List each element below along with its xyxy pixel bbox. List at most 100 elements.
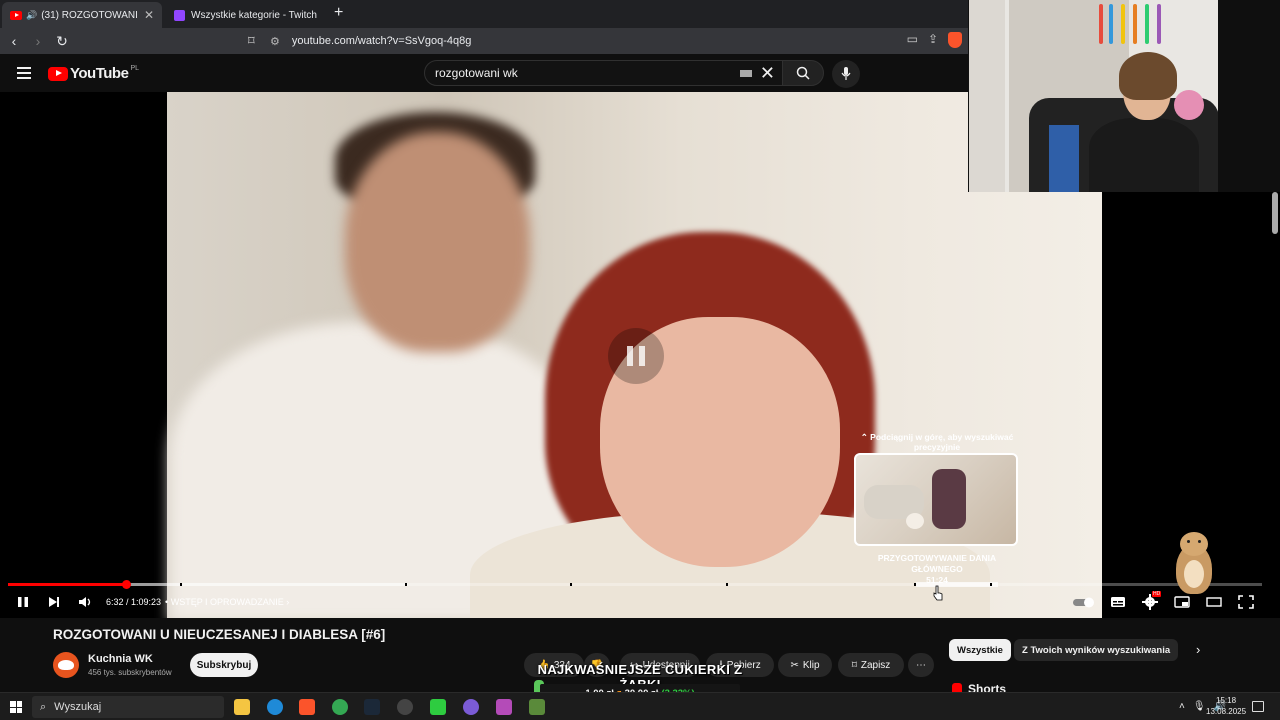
taskbar-search[interactable]: ⌕ Wyszukaj [32, 696, 224, 718]
chevron-up-icon[interactable]: ˄ [1179, 701, 1185, 712]
seek-preview-thumbnail [854, 453, 1018, 546]
scissors-icon: ✂ [790, 659, 799, 671]
hamster-sticker [1172, 530, 1216, 596]
chrome-icon[interactable] [332, 699, 348, 715]
chapter-button[interactable]: • WSTĘP I OPROWADZANIE › [165, 597, 289, 607]
tab-twitch[interactable]: Wszystkie kategorie - Twitch [166, 2, 326, 28]
url-text: youtube.com/watch?v=SsVgoq-4q8g [291, 35, 472, 47]
steam-icon[interactable] [364, 699, 380, 715]
more-actions-button[interactable]: ⋯ [908, 653, 934, 677]
new-tab-button[interactable]: + [334, 4, 343, 22]
app-icon[interactable] [529, 699, 545, 715]
video-person-head [345, 132, 530, 352]
seek-hint: ⌃ Podciągnij w górę, aby wyszukiwać prec… [860, 432, 1014, 452]
subtitles-icon [1111, 597, 1125, 607]
volume-button[interactable] [78, 593, 94, 611]
next-button[interactable] [47, 593, 61, 611]
windows-taskbar: ⌕ Wyszukaj ˄ 🎙 🔊 15:18 13.08.2025 [0, 692, 1280, 720]
chapter-marker [405, 583, 407, 586]
subscribe-button[interactable]: Subskrybuj [190, 653, 258, 677]
search-button[interactable] [782, 60, 824, 86]
hd-badge: HD [1152, 591, 1162, 597]
close-tab-icon[interactable]: ✕ [144, 8, 154, 22]
windows-start-icon[interactable] [10, 701, 22, 713]
save-button[interactable]: ⌑ Zapisz [838, 653, 904, 677]
search-icon: ⌕ [40, 700, 47, 713]
video-title: ROZGOTOWANI U NIEUCZESANEJ I DIABLESA [#… [53, 627, 386, 642]
subtitles-button[interactable] [1110, 593, 1126, 611]
chapter-marker [990, 583, 992, 586]
scrubber-handle[interactable] [121, 580, 131, 589]
current-time: 6:32 / 1:09:23 [106, 597, 162, 607]
twitch-favicon-icon [174, 9, 185, 21]
app-icon[interactable] [430, 699, 446, 715]
brave-icon[interactable] [299, 699, 315, 715]
youtube-logo[interactable]: YouTube PL [48, 65, 139, 82]
microphone-icon[interactable]: 🎙 [1193, 701, 1206, 712]
time-display: 6:32 / 1:09:23 • WSTĘP I OPROWADZANIE › [106, 593, 289, 611]
more-icon: ⋯ [916, 659, 926, 671]
back-icon[interactable]: ‹ [4, 33, 24, 49]
browser-toolbar-icons: ▭ ⇪ [907, 32, 962, 48]
theater-mode-icon [1206, 597, 1222, 607]
settings-button[interactable]: HD [1142, 591, 1162, 611]
browser-tab-strip: 🔊 (31) ROZGOTOWANI U NIEUC ✕ Wszystkie k… [0, 0, 968, 28]
logo-text: YouTube [70, 65, 129, 82]
youtube-play-icon [48, 66, 68, 81]
channel-name[interactable]: Kuchnia WK [88, 653, 153, 665]
voice-search-button[interactable] [832, 60, 860, 88]
audio-playing-icon[interactable]: 🔊 [26, 10, 37, 21]
file-explorer-icon[interactable] [234, 699, 250, 715]
address-bar-row: ‹ › ↻ ⌑ ⚙ youtube.com/watch?v=SsVgoq-4q8… [0, 28, 968, 54]
next-icon [49, 597, 59, 607]
clear-search-icon[interactable]: ✕ [760, 63, 775, 84]
page-scrollbar[interactable] [1272, 192, 1278, 234]
channel-avatar[interactable] [53, 652, 79, 678]
preview-chapter: PRZYGOTOWYWANIE DANIA GŁÓWNEGO [877, 553, 997, 574]
keyboard-icon[interactable] [739, 69, 752, 77]
autoplay-toggle-icon [1073, 597, 1094, 608]
pause-icon [18, 597, 28, 607]
cast-icon[interactable]: ▭ [907, 32, 918, 48]
chapter-marker [570, 583, 572, 586]
tab-title: Wszystkie kategorie - Twitch [191, 9, 317, 21]
brave-shield-icon[interactable] [948, 32, 962, 48]
search-value: rozgotowani wk [435, 66, 518, 80]
menu-icon[interactable] [17, 67, 31, 82]
pause-indicator-icon [608, 328, 664, 384]
chip-search-results[interactable]: Z Twoich wyników wyszukiwania [1014, 639, 1179, 661]
autoplay-toggle[interactable] [1073, 593, 1097, 611]
chapter-marker [914, 583, 916, 586]
reload-icon[interactable]: ↻ [52, 33, 72, 50]
bookmark-icon[interactable]: ⌑ [248, 33, 255, 49]
streamer-webcam [968, 0, 1218, 192]
edge-icon[interactable] [267, 699, 283, 715]
site-info-icon[interactable]: ⚙ [270, 35, 280, 48]
clip-button[interactable]: ✂ Klip [778, 653, 832, 677]
url-field[interactable]: ⚙ youtube.com/watch?v=SsVgoq-4q8g [270, 31, 730, 51]
app-icon[interactable] [496, 699, 512, 715]
discord-icon[interactable] [463, 699, 479, 715]
fullscreen-button[interactable] [1238, 593, 1254, 611]
obs-icon[interactable] [397, 699, 413, 715]
forward-icon[interactable]: › [28, 33, 48, 49]
progress-bar[interactable] [8, 582, 1262, 587]
pause-button[interactable] [16, 593, 30, 611]
subscriber-count: 456 tys. subskrybentów [88, 668, 172, 677]
search-input[interactable]: rozgotowani wk ✕ [424, 60, 784, 86]
microphone-icon [841, 67, 851, 80]
miniplayer-icon [1174, 596, 1190, 608]
notifications-icon[interactable] [1252, 701, 1264, 712]
tab-youtube[interactable]: 🔊 (31) ROZGOTOWANI U NIEUC ✕ [2, 2, 162, 28]
taskbar-clock[interactable]: 15:18 13.08.2025 [1206, 695, 1246, 717]
chapter-marker [726, 583, 728, 586]
tab-title: (31) ROZGOTOWANI U NIEUC [41, 9, 140, 21]
share-icon[interactable]: ⇪ [928, 32, 938, 48]
search-icon [796, 66, 810, 80]
region-code: PL [130, 65, 139, 72]
chip-all[interactable]: Wszystkie [949, 639, 1011, 661]
fullscreen-icon [1238, 595, 1254, 609]
bookmark-add-icon: ⌑ [851, 659, 857, 671]
chevron-right-icon[interactable]: › [1196, 642, 1200, 657]
mouse-cursor-icon [933, 585, 943, 601]
